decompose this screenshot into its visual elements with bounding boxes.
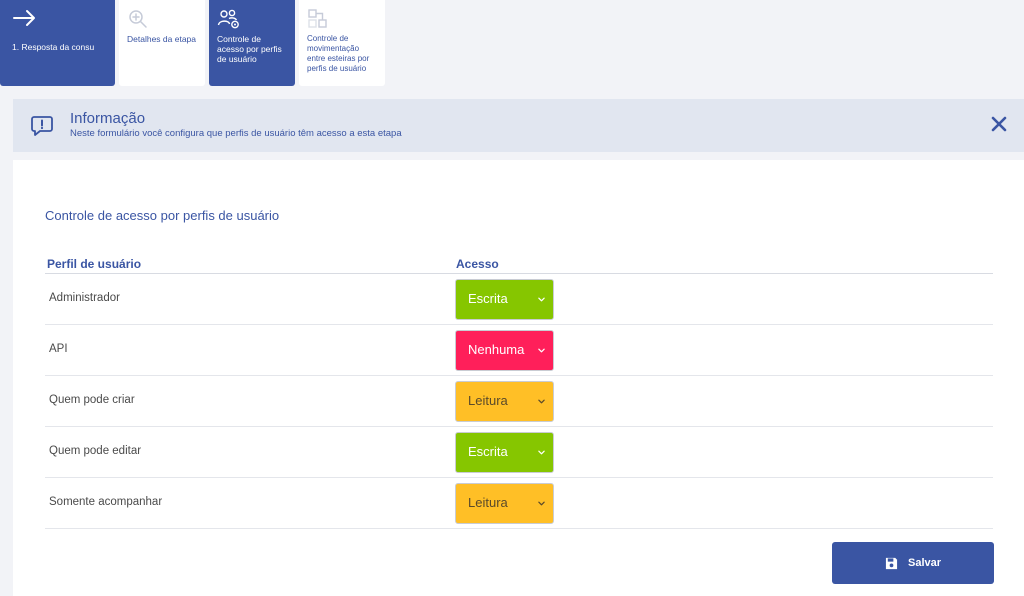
profile-name: Administrador	[49, 292, 120, 304]
chevron-down-icon	[538, 399, 545, 404]
profile-name: Somente acompanhar	[49, 496, 163, 508]
access-select-value: Nenhuma	[468, 342, 525, 357]
access-select[interactable]: Leitura	[455, 381, 554, 422]
step-label: Controle de movimentação entre esteiras …	[307, 34, 370, 73]
info-description: Neste formulário você configura que perf…	[70, 128, 402, 139]
arrow-right-icon	[12, 8, 107, 30]
section-title: Controle de acesso por perfis de usuário	[45, 208, 280, 223]
column-header-access: Acesso	[456, 257, 499, 271]
access-select-value: Escrita	[468, 444, 508, 459]
table-row: Quem pode criar Leitura	[45, 376, 993, 427]
floppy-disk-icon	[885, 557, 898, 569]
chevron-down-icon	[538, 450, 545, 455]
access-select-value: Escrita	[468, 291, 508, 306]
users-gear-icon	[217, 8, 287, 30]
access-table: Perfil de usuário Acesso Administrador Es…	[45, 254, 993, 529]
access-control-panel: Controle de acesso por perfis de usuário…	[13, 160, 1024, 596]
table-header: Perfil de usuário Acesso	[45, 254, 993, 274]
chevron-down-icon	[538, 297, 545, 302]
table-row: API Nenhuma	[45, 325, 993, 376]
table-row: Somente acompanhar Leitura	[45, 478, 993, 529]
chevron-down-icon	[538, 501, 545, 506]
flow-icon	[307, 8, 377, 30]
chevron-down-icon	[538, 348, 545, 353]
access-select[interactable]: Nenhuma	[455, 330, 554, 371]
access-select-value: Leitura	[468, 393, 508, 408]
table-row: Administrador Escrita	[45, 274, 993, 325]
step-tab-resposta[interactable]: 1. Resposta da consu	[0, 0, 115, 86]
column-header-profile: Perfil de usuário	[47, 257, 142, 271]
step-tab-controle-acesso[interactable]: Controle de acesso por perfis de usuário	[209, 0, 295, 86]
step-tab-controle-movimentacao[interactable]: Controle de movimentação entre esteiras …	[299, 0, 385, 86]
step-tab-detalhes[interactable]: Detalhes da etapa	[119, 0, 205, 86]
access-select[interactable]: Leitura	[455, 483, 554, 524]
access-select[interactable]: Escrita	[455, 432, 554, 473]
info-speech-bubble-icon	[30, 114, 54, 143]
step-label: 1. Resposta da consu	[12, 42, 95, 52]
table-row: Quem pode editar Escrita	[45, 427, 993, 478]
save-button[interactable]: Salvar	[832, 542, 994, 584]
access-select-value: Leitura	[468, 495, 508, 510]
step-label: Controle de acesso por perfis de usuário	[217, 34, 282, 64]
step-label: Detalhes da etapa	[127, 34, 196, 44]
zoom-in-icon	[127, 8, 197, 30]
save-button-label: Salvar	[907, 557, 942, 569]
close-icon[interactable]	[990, 115, 1008, 133]
profile-name: Quem pode criar	[49, 394, 135, 406]
profile-name: API	[49, 343, 68, 355]
info-title: Informação	[70, 110, 146, 127]
profile-name: Quem pode editar	[49, 445, 142, 457]
access-select[interactable]: Escrita	[455, 279, 554, 320]
info-banner: Informação Neste formulário você configu…	[13, 99, 1024, 152]
